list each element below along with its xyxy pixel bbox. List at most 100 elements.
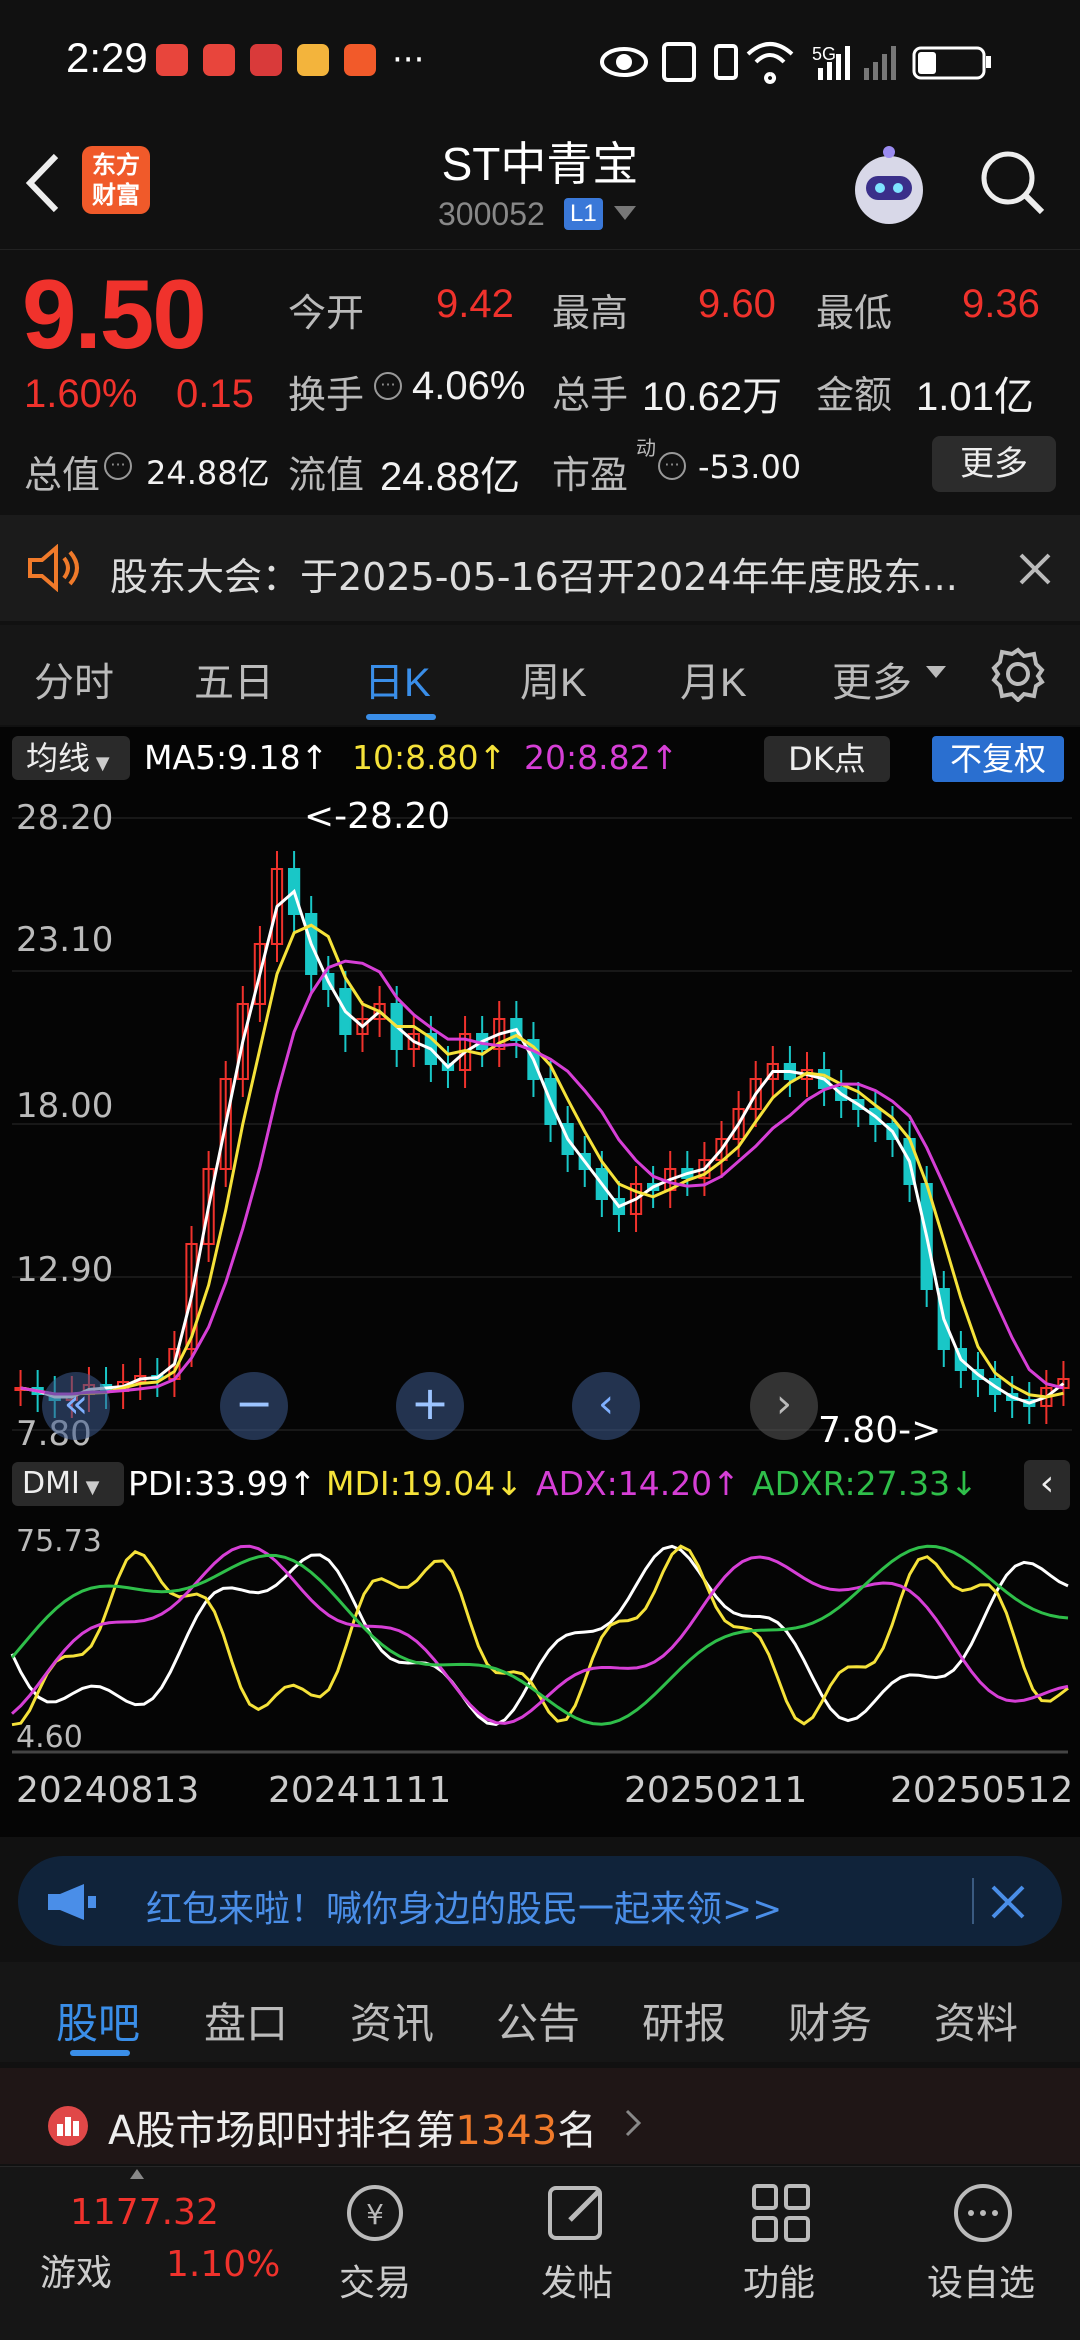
level-badge: L1 bbox=[564, 198, 603, 230]
nav-functions[interactable]: 功能 bbox=[709, 2254, 849, 2306]
nav-post[interactable]: 发帖 bbox=[507, 2254, 647, 2306]
ma5-label: MA5:9.18↑ bbox=[144, 738, 329, 777]
announcement-text: 股东大会：于2025-05-16召开2024年年度股东... bbox=[110, 555, 958, 599]
amount-value: 1.01亿 bbox=[916, 375, 1034, 419]
active-tab-indicator bbox=[70, 2050, 130, 2056]
zoom-in-button[interactable]: + bbox=[396, 1372, 464, 1440]
ranking-icon bbox=[48, 2106, 88, 2146]
high-label: 最高 bbox=[552, 293, 629, 335]
pe-value: -53.00 bbox=[698, 448, 802, 486]
more-button[interactable]: 更多 bbox=[932, 436, 1056, 492]
banner-text: 红包来啦！喊你身边的股民一起来领>> bbox=[146, 1889, 783, 1930]
max-price-label: <-28.20 bbox=[304, 796, 451, 837]
trade-icon[interactable]: ¥ bbox=[340, 2180, 410, 2246]
index-value[interactable]: 1177.32 bbox=[70, 2192, 219, 2233]
tab-forum[interactable]: 股吧 bbox=[56, 1990, 140, 2051]
pdi-label: PDI:33.99↑ bbox=[128, 1464, 317, 1503]
x-axis-label: 20250512 bbox=[890, 1770, 1074, 1811]
stock-code: 300052 bbox=[438, 196, 545, 232]
indicator-selector[interactable]: DMI ▼ bbox=[12, 1462, 124, 1506]
more-dots-icon[interactable]: ··· bbox=[104, 452, 132, 480]
index-pct[interactable]: 1.10% bbox=[166, 2244, 280, 2285]
gear-icon[interactable] bbox=[990, 646, 1046, 702]
min-price-label: 7.80-> bbox=[818, 1410, 942, 1451]
open-value: 9.42 bbox=[436, 282, 514, 326]
y-tick-label: 18.00 bbox=[16, 1086, 114, 1126]
turnover-value: 4.06% bbox=[412, 364, 526, 408]
float-value: 24.88亿 bbox=[380, 455, 521, 499]
mdi-label: MDI:19.04↓ bbox=[326, 1464, 523, 1503]
tab-monthly-k[interactable]: 月K bbox=[680, 650, 747, 708]
tab-weekly-k[interactable]: 周K bbox=[520, 650, 587, 708]
ma-selector[interactable]: 均线 ▼ bbox=[12, 736, 130, 780]
low-value: 9.36 bbox=[962, 282, 1040, 326]
tab-finance[interactable]: 财务 bbox=[788, 1990, 872, 2051]
change-pct: 1.60% bbox=[24, 372, 138, 416]
speaker-icon bbox=[28, 544, 79, 592]
volume-label: 总手 bbox=[552, 375, 629, 417]
notification-icon bbox=[156, 44, 188, 76]
functions-icon[interactable] bbox=[748, 2180, 814, 2246]
zoom-out-button[interactable]: − bbox=[220, 1372, 288, 1440]
adjust-button[interactable]: 不复权 bbox=[932, 736, 1064, 782]
svg-text:¥: ¥ bbox=[366, 2198, 384, 2231]
status-bar: 2:29 ··· 5G bbox=[0, 0, 1080, 120]
dmi-y-bottom: 4.60 bbox=[16, 1720, 83, 1755]
tab-profile[interactable]: 资料 bbox=[934, 1990, 1018, 2051]
scroll-right-button[interactable]: › bbox=[750, 1372, 818, 1440]
adxr-label: ADXR:27.33↓ bbox=[752, 1464, 978, 1503]
jump-start-button[interactable]: « bbox=[42, 1372, 110, 1440]
dk-point-button[interactable]: DK点 bbox=[764, 736, 890, 782]
dmi-chart[interactable] bbox=[0, 1516, 1080, 1754]
index-name[interactable]: 游戏 bbox=[40, 2244, 112, 2296]
nav-trade[interactable]: 交易 bbox=[305, 2254, 445, 2306]
more-dots-icon[interactable]: ··· bbox=[374, 372, 402, 400]
high-value: 9.60 bbox=[698, 282, 776, 326]
candlestick-chart[interactable] bbox=[0, 790, 1080, 1450]
close-icon[interactable] bbox=[990, 1884, 1026, 1920]
tab-daily-k[interactable]: 日K bbox=[364, 650, 431, 708]
tab-intraday[interactable]: 分时 bbox=[34, 650, 114, 708]
search-icon[interactable] bbox=[976, 146, 1048, 218]
status-icons: 5G bbox=[600, 42, 991, 84]
current-price: 9.50 bbox=[22, 259, 207, 369]
mdi-line bbox=[11, 1544, 1069, 1727]
low-label: 最低 bbox=[816, 293, 893, 335]
notification-icon bbox=[344, 44, 376, 76]
x-axis-label: 20240813 bbox=[16, 1770, 200, 1811]
post-icon[interactable] bbox=[544, 2180, 610, 2246]
collapse-panel-button[interactable]: ‹ bbox=[1024, 1460, 1070, 1510]
pe-label: 市盈 bbox=[552, 455, 629, 497]
ma20-label: 20:8.82↑ bbox=[524, 738, 679, 777]
mktcap-value: 24.88亿 bbox=[146, 454, 270, 492]
more-notifications-icon: ··· bbox=[392, 40, 425, 80]
change-amount: 0.15 bbox=[176, 372, 254, 416]
more-dots-icon[interactable]: ··· bbox=[658, 452, 686, 480]
mktcap-label: 总值 bbox=[24, 455, 101, 497]
pe-sup: 动 bbox=[636, 436, 656, 460]
nav-watchlist[interactable]: 设自选 bbox=[911, 2254, 1051, 2306]
tab-five-day[interactable]: 五日 bbox=[194, 650, 274, 708]
tab-orderbook[interactable]: 盘口 bbox=[204, 1990, 288, 2051]
tab-more[interactable]: 更多 bbox=[832, 650, 912, 708]
ma10-label: 10:8.80↑ bbox=[352, 738, 507, 777]
notification-icon bbox=[203, 44, 235, 76]
x-axis-label: 20241111 bbox=[268, 1770, 452, 1811]
scroll-left-button[interactable]: ‹ bbox=[572, 1372, 640, 1440]
close-icon[interactable] bbox=[1018, 552, 1052, 586]
chevron-down-icon bbox=[926, 666, 946, 678]
notification-icon bbox=[250, 44, 282, 76]
turnover-label: 换手 bbox=[288, 375, 365, 417]
float-label: 流值 bbox=[288, 455, 365, 497]
divider bbox=[972, 1878, 974, 1924]
watchlist-icon[interactable] bbox=[950, 2180, 1016, 2246]
tab-research[interactable]: 研报 bbox=[642, 1990, 726, 2051]
tab-announcements[interactable]: 公告 bbox=[496, 1990, 580, 2051]
x-axis-label: 20250211 bbox=[624, 1770, 808, 1811]
robot-assistant-icon[interactable] bbox=[844, 140, 934, 230]
active-tab-indicator bbox=[366, 714, 436, 720]
open-label: 今开 bbox=[288, 293, 365, 335]
tab-news[interactable]: 资讯 bbox=[350, 1990, 434, 2051]
dropdown-icon[interactable] bbox=[614, 206, 636, 222]
weibo-icon bbox=[297, 44, 329, 76]
